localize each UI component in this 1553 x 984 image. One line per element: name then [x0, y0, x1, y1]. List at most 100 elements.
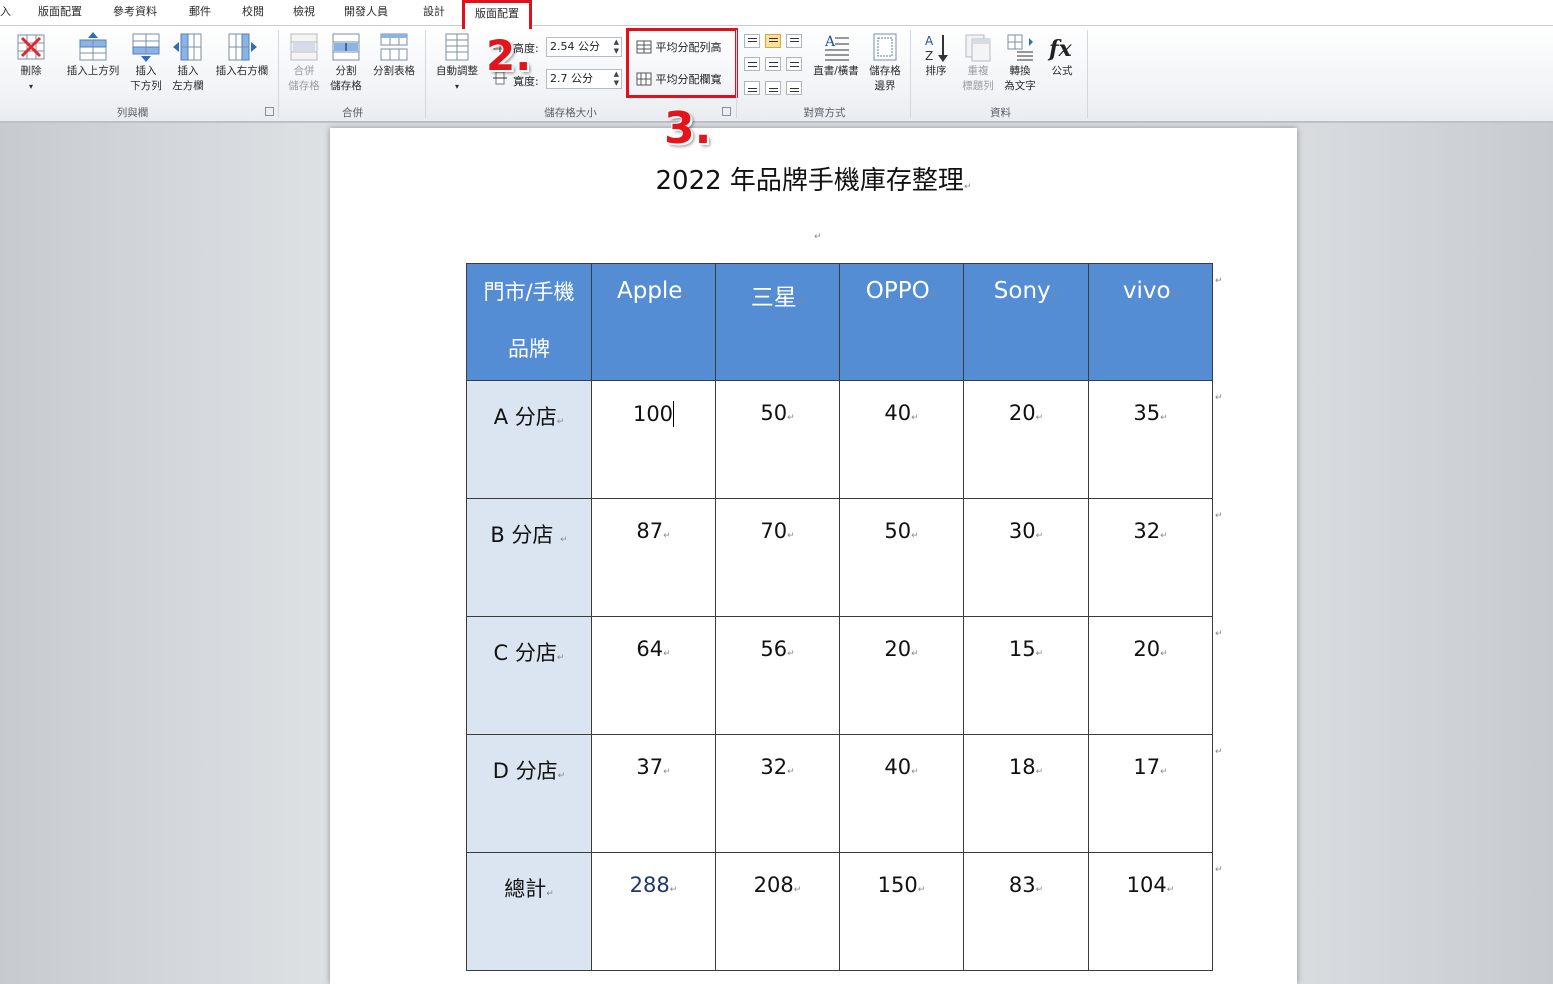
insert-above-button[interactable]: 插入上方列 — [63, 32, 123, 79]
step-3-marker: 3. — [664, 103, 712, 154]
table-cell[interactable]: 288↵ — [591, 852, 716, 971]
row-header-cell-total[interactable]: 總計↵ — [466, 852, 592, 971]
end-of-row-mark: ↵ — [1215, 747, 1223, 757]
split-table-button[interactable]: 分割表格 — [369, 32, 419, 79]
table-cell[interactable]: 70↵ — [715, 498, 840, 617]
sort-button[interactable]: A Z 排序 — [918, 32, 954, 79]
header-cell-brand[interactable]: 三星↵ — [715, 263, 840, 381]
highlight-distribute-box — [626, 28, 738, 98]
table-cell[interactable]: 50↵ — [839, 498, 964, 617]
align-top-center-button[interactable] — [765, 34, 781, 48]
convert-to-text-icon — [1007, 34, 1033, 61]
document-page[interactable]: 2022 年品牌手機庫存整理↵ ↵ 門市/手機 品牌 Apple↵ 三星↵ OP… — [330, 128, 1297, 984]
table-cell[interactable]: 83↵ — [963, 852, 1089, 971]
insert-right-button[interactable]: 插入右方欄 — [211, 32, 273, 79]
align-middle-right-button[interactable] — [786, 57, 802, 71]
group-label-alignment: 對齊方式 — [803, 107, 846, 119]
delete-button[interactable]: 刪除 ▾ — [14, 32, 48, 94]
group-label-cell-size: 儲存格大小 — [544, 107, 597, 119]
align-bottom-center-button[interactable] — [765, 81, 781, 95]
table-cell[interactable]: 15↵ — [963, 616, 1089, 735]
align-middle-center-button[interactable] — [765, 57, 781, 71]
merge-cells-button[interactable]: 合併 儲存格 — [285, 32, 323, 94]
row-height-input[interactable]: 2.54 公分 ▲ ▼ — [546, 37, 622, 57]
header-cell-store-brand[interactable]: 門市/手機 品牌 — [466, 263, 592, 381]
insert-row-above-icon — [79, 32, 107, 61]
table-row: A 分店↵ 100 50↵ 40↵ 20↵ 35↵ — [466, 380, 1213, 499]
table-cell[interactable]: 40↵ — [839, 380, 964, 499]
group-label-merge: 合併 — [342, 107, 363, 119]
formula-fx-icon: fx — [1047, 36, 1072, 62]
svg-text:fx: fx — [1047, 36, 1072, 62]
header-cell-brand[interactable]: OPPO↵ — [839, 263, 964, 381]
tab-view[interactable]: 檢視 — [293, 0, 315, 26]
row-header-cell[interactable]: A 分店↵ — [466, 380, 592, 499]
cell-margins-icon — [873, 33, 897, 61]
tab-table-design[interactable]: 設計 — [423, 0, 445, 26]
tab-mailings[interactable]: 郵件 — [189, 0, 211, 26]
align-bottom-right-button[interactable] — [786, 81, 802, 95]
table-cell[interactable]: 32↵ — [715, 734, 840, 853]
autofit-button[interactable]: 自動調整 ▾ — [430, 32, 484, 94]
delete-table-icon — [17, 34, 45, 60]
cell-size-launcher[interactable] — [722, 107, 731, 116]
repeat-header-rows-button[interactable]: 重複 標題列 — [958, 32, 998, 94]
table-cell[interactable]: 64↵ — [591, 616, 716, 735]
table-cell[interactable]: 208↵ — [715, 852, 840, 971]
inventory-table[interactable]: 門市/手機 品牌 Apple↵ 三星↵ OPPO↵ Sony↵ vivo↵ A … — [466, 263, 1213, 971]
table-cell[interactable]: 100 — [591, 380, 716, 499]
formula-button[interactable]: fx 公式 — [1045, 32, 1079, 79]
table-cell[interactable]: 104↵ — [1088, 852, 1213, 971]
row-header-cell[interactable]: B 分店 ↵ — [466, 498, 592, 617]
repeat-header-icon — [965, 34, 991, 62]
tab-page-layout[interactable]: 版面配置 — [38, 0, 82, 26]
ribbon-panel: 刪除 ▾ 插入上方列 插入 下方列 插入 左方欄 插入右方欄 列與欄 合併 儲存… — [0, 26, 1553, 122]
table-cell[interactable]: 50↵ — [715, 380, 840, 499]
svg-text:A: A — [824, 34, 836, 50]
insert-left-button[interactable]: 插入 左方欄 — [169, 32, 207, 94]
row-header-cell[interactable]: C 分店↵ — [466, 616, 592, 735]
row-header-cell[interactable]: D 分店↵ — [466, 734, 592, 853]
align-top-left-button[interactable] — [744, 34, 760, 48]
spin-arrows-icon[interactable]: ▲ ▼ — [614, 70, 619, 88]
align-bottom-left-button[interactable] — [744, 81, 760, 95]
table-cell[interactable]: 87↵ — [591, 498, 716, 617]
text-direction-button[interactable]: A 直書/橫書 — [808, 32, 864, 79]
table-cell[interactable]: 17↵ — [1088, 734, 1213, 853]
tab-developer[interactable]: 開發人員 — [344, 0, 388, 26]
text-cursor — [673, 401, 675, 427]
table-cell[interactable]: 150↵ — [839, 852, 964, 971]
table-cell[interactable]: 30↵ — [963, 498, 1089, 617]
header-cell-brand[interactable]: Sony↵ — [963, 263, 1089, 381]
cell-margins-button[interactable]: 儲存格 邊界 — [866, 32, 904, 94]
tab-table-layout[interactable]: 版面配置 — [462, 0, 532, 29]
table-cell[interactable]: 32↵ — [1088, 498, 1213, 617]
group-label-rows-columns: 列與欄 — [116, 107, 149, 119]
column-width-input[interactable]: 2.7 公分 ▲ ▼ — [546, 69, 622, 89]
end-of-row-mark: ↵ — [1215, 865, 1223, 875]
header-cell-brand[interactable]: vivo↵ — [1088, 263, 1213, 381]
table-cell[interactable]: 20↵ — [1088, 616, 1213, 735]
table-header-row: 門市/手機 品牌 Apple↵ 三星↵ OPPO↵ Sony↵ vivo↵ — [466, 263, 1213, 381]
end-of-row-mark: ↵ — [1215, 511, 1223, 521]
table-cell[interactable]: 20↵ — [963, 380, 1089, 499]
tab-insert-partial[interactable]: 入 — [0, 0, 11, 26]
split-cells-button[interactable]: 分割 儲存格 — [327, 32, 365, 94]
header-cell-brand[interactable]: Apple↵ — [591, 263, 716, 381]
table-cell[interactable]: 56↵ — [715, 616, 840, 735]
table-cell[interactable]: 37↵ — [591, 734, 716, 853]
document-title: 2022 年品牌手機庫存整理↵ — [655, 166, 972, 196]
insert-below-button[interactable]: 插入 下方列 — [127, 32, 165, 94]
align-top-right-button[interactable] — [786, 34, 802, 48]
table-cell[interactable]: 18↵ — [963, 734, 1089, 853]
convert-to-text-button[interactable]: 轉換 為文字 — [1001, 32, 1039, 94]
table-cell[interactable]: 20↵ — [839, 616, 964, 735]
tab-review[interactable]: 校閱 — [242, 0, 264, 26]
spin-arrows-icon[interactable]: ▲ ▼ — [614, 38, 619, 56]
split-table-icon — [380, 33, 408, 61]
align-middle-left-button[interactable] — [744, 57, 760, 71]
tab-references[interactable]: 參考資料 — [113, 0, 157, 26]
table-cell[interactable]: 40↵ — [839, 734, 964, 853]
rows-columns-launcher[interactable] — [265, 107, 274, 116]
table-cell[interactable]: 35↵ — [1088, 380, 1213, 499]
